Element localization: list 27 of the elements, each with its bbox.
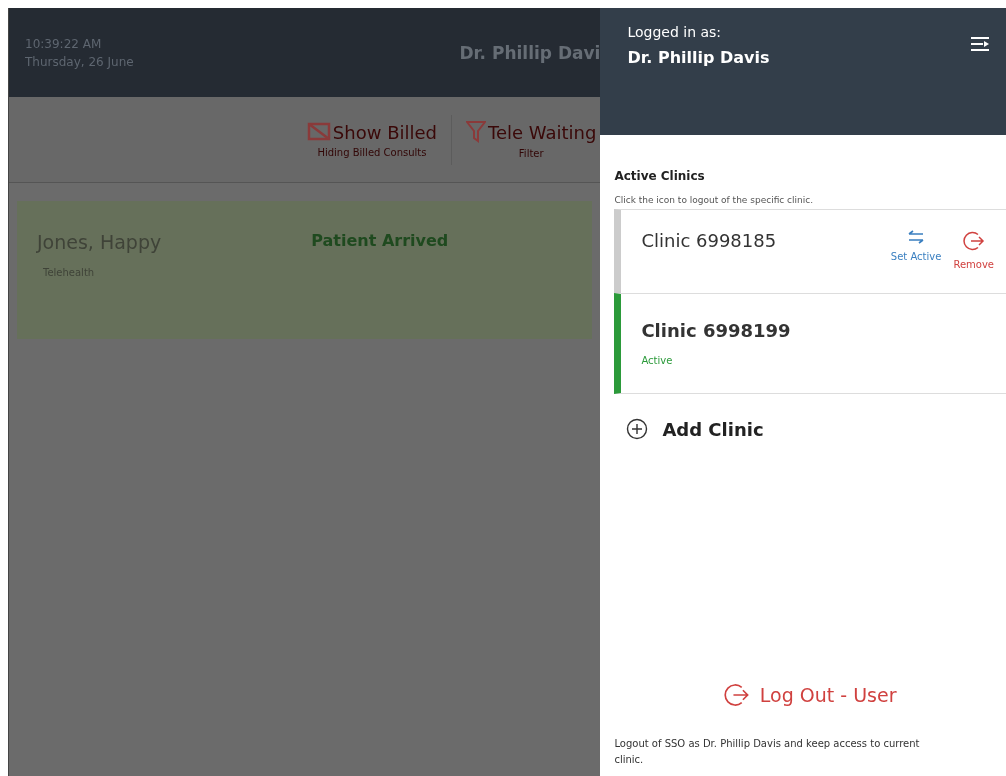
logged-in-label: Logged in as: — [627, 24, 723, 40]
plus-circle-icon — [626, 418, 649, 440]
hint-text: Click the icon to logout of the specific clinic. — [614, 195, 815, 205]
section-title: Active Clinics — [614, 169, 706, 183]
date-text: Thursday, 26 June — [25, 54, 134, 69]
filter-icon — [466, 120, 486, 144]
user-name: Dr. Phillip Davis — [627, 48, 770, 67]
logout-button[interactable]: Log Out - User — [723, 682, 897, 708]
logout-icon — [962, 230, 985, 252]
clinic-item[interactable]: Clinic 6998185 Set Active Remove — [614, 209, 1006, 294]
remove-button[interactable]: Remove — [953, 230, 994, 270]
swap-arrows-icon — [907, 230, 926, 244]
crossed-card-icon — [306, 121, 331, 143]
collapse-menu-icon[interactable] — [970, 36, 990, 52]
clinic-status: Active — [641, 355, 674, 366]
patient-status: Patient Arrived — [311, 231, 449, 252]
clinic-name: Clinic 6998199 — [641, 320, 791, 341]
toolbar-button[interactable]: Show Billed Hiding Billed Consults — [306, 121, 437, 158]
logout-note: Logout of SSO as Dr. Phillip Davis and keep access to current clinic. — [614, 737, 921, 767]
set-active-button[interactable]: Set Active — [890, 230, 942, 270]
clinic-item[interactable]: Clinic 6998199 Active — [614, 293, 1006, 394]
add-clinic-button[interactable]: Add Clinic — [626, 418, 764, 440]
logout-icon — [723, 682, 750, 708]
user-name: Dr. Phillip Davi — [459, 42, 601, 63]
toolbar-button[interactable]: Tele Waiting Filter — [466, 120, 597, 159]
clinic-name: Clinic 6998185 — [641, 230, 777, 251]
time-text: 10:39:22 AM — [25, 36, 103, 51]
